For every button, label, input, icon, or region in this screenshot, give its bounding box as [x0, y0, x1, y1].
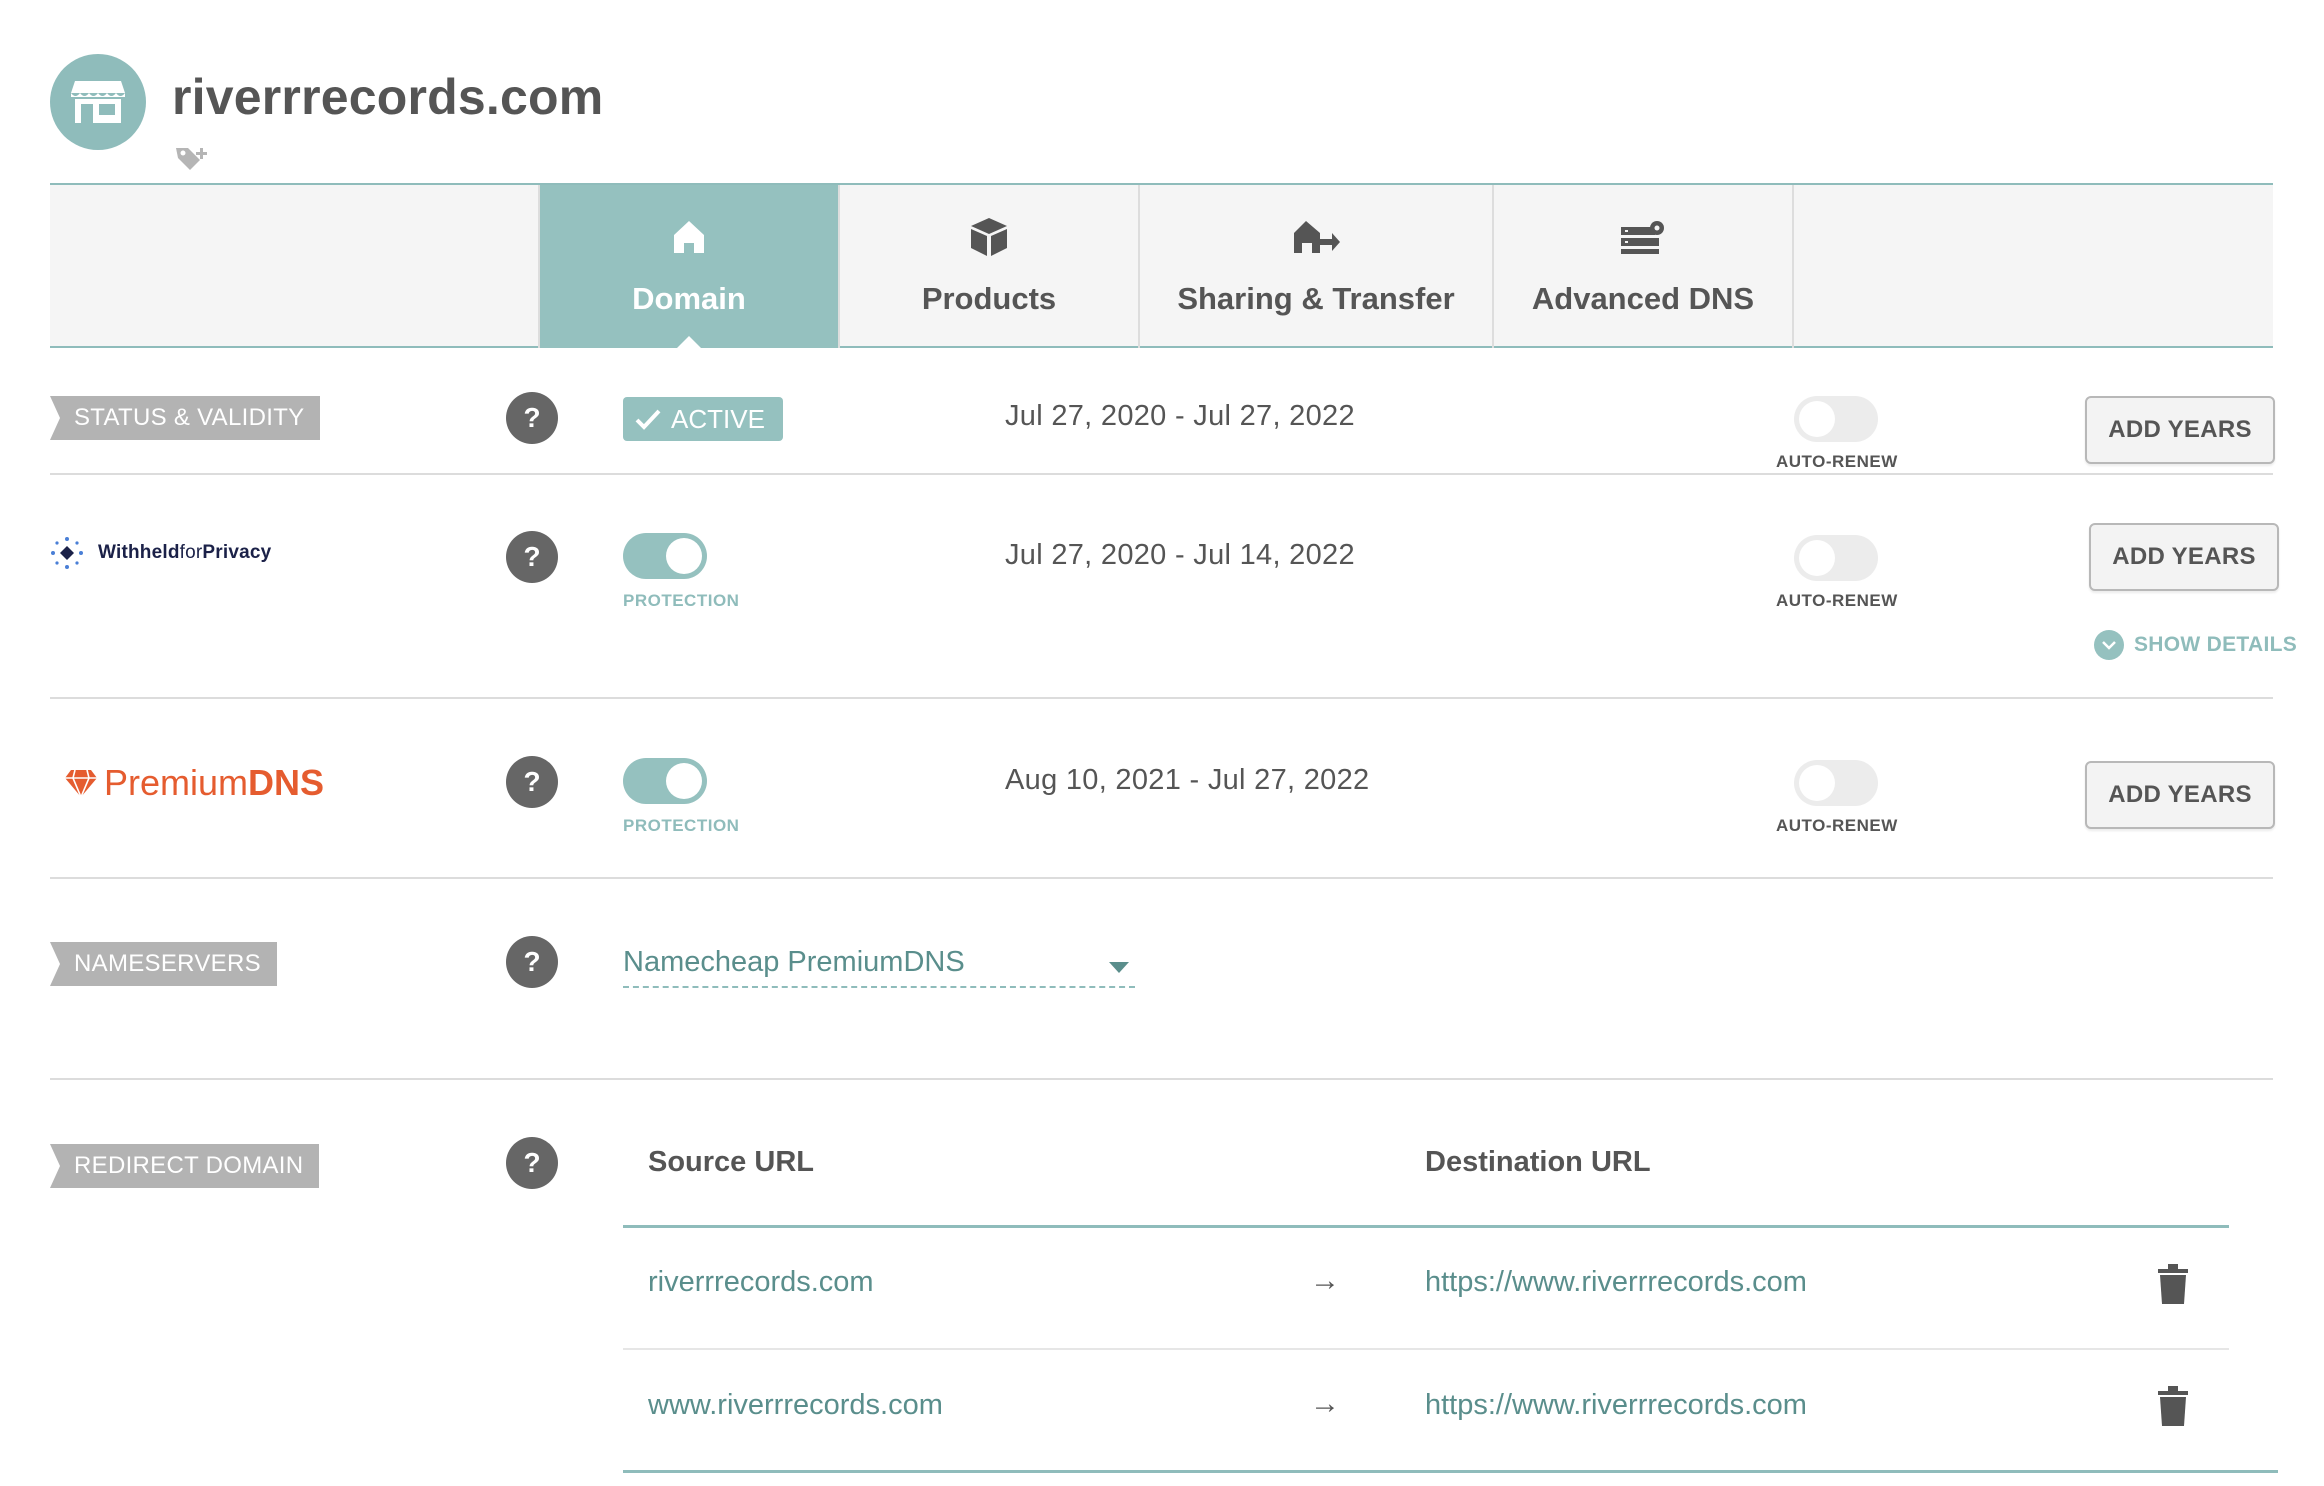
- status-badge: ACTIVE: [623, 397, 783, 441]
- nameservers-select[interactable]: Namecheap PremiumDNS: [623, 940, 1135, 988]
- tab-products[interactable]: Products: [838, 185, 1138, 348]
- help-icon[interactable]: ?: [506, 756, 558, 808]
- auto-renew-toggle[interactable]: [1794, 535, 1878, 581]
- toggle-knob: [666, 763, 702, 799]
- tab-label: Advanced DNS: [1531, 281, 1755, 316]
- tab-label: Products: [921, 281, 1057, 316]
- auto-renew-label: AUTO-RENEW: [1776, 816, 1898, 835]
- tag-plus-icon[interactable]: [174, 144, 214, 177]
- destination-url[interactable]: https://www.riverrrecords.com: [1425, 1389, 1807, 1422]
- column-header-source: Source URL: [648, 1146, 814, 1178]
- destination-url[interactable]: https://www.riverrrecords.com: [1425, 1266, 1807, 1299]
- toggle-knob: [1799, 401, 1835, 437]
- protection-label: PROTECTION: [623, 816, 740, 835]
- tab-advanced-dns[interactable]: Advanced DNS: [1492, 185, 1794, 348]
- withheld-for-privacy-logo: WithheldforPrivacy: [50, 536, 271, 570]
- nameservers-value: Namecheap PremiumDNS: [623, 946, 965, 978]
- toggle-knob: [1799, 540, 1835, 576]
- caret-down-icon: [1109, 962, 1129, 973]
- trash-icon[interactable]: [2158, 1264, 2188, 1309]
- protection-toggle[interactable]: [623, 758, 707, 804]
- home-icon: [672, 215, 706, 259]
- page-title: riverrrecords.com: [172, 69, 604, 125]
- auto-renew-toggle[interactable]: [1794, 396, 1878, 442]
- auto-renew-control: AUTO-RENEW: [1776, 535, 1898, 611]
- protection-label: PROTECTION: [623, 591, 740, 610]
- check-icon: [635, 409, 661, 430]
- help-icon[interactable]: ?: [506, 392, 558, 444]
- privacy-logo-icon: [51, 537, 83, 569]
- auto-renew-label: AUTO-RENEW: [1776, 452, 1898, 471]
- show-details-link[interactable]: SHOW DETAILS: [2094, 630, 2297, 660]
- section-label-status: STATUS & VALIDITY: [50, 396, 321, 440]
- table-header-divider: [623, 1225, 2229, 1228]
- row-divider: [623, 1348, 2229, 1350]
- house-arrow-icon: [1292, 215, 1340, 259]
- section-label-redirect: REDIRECT DOMAIN: [50, 1144, 320, 1188]
- section-label-nameservers: NAMESERVERS: [50, 942, 277, 986]
- premiumdns-protection-control: PROTECTION: [623, 758, 743, 836]
- premiumdns-dates: Aug 10, 2021 - Jul 27, 2022: [1005, 764, 1370, 796]
- domain-tabs: Domain Products Sharing & Transfer Advan…: [50, 183, 2273, 350]
- source-url[interactable]: www.riverrrecords.com: [648, 1389, 943, 1422]
- tab-label: Sharing & Transfer: [1177, 281, 1455, 316]
- premiumdns-logo-text: PremiumDNS: [104, 762, 325, 803]
- column-header-destination: Destination URL: [1425, 1146, 1651, 1178]
- validity-dates: Jul 27, 2020 - Jul 27, 2022: [1005, 400, 1355, 432]
- help-icon[interactable]: ?: [506, 936, 558, 988]
- auto-renew-toggle[interactable]: [1794, 760, 1878, 806]
- add-years-button[interactable]: ADD YEARS: [2085, 761, 2275, 829]
- show-details-text: SHOW DETAILS: [2134, 633, 2298, 656]
- toggle-knob: [666, 538, 702, 574]
- status-badge-text: ACTIVE: [671, 403, 765, 434]
- tab-label: Domain: [632, 281, 746, 316]
- help-icon[interactable]: ?: [506, 531, 558, 583]
- tab-sharing-transfer[interactable]: Sharing & Transfer: [1138, 185, 1492, 348]
- privacy-protection-control: PROTECTION: [623, 533, 743, 611]
- arrow-right-icon: →: [1310, 1387, 1340, 1420]
- tab-domain[interactable]: Domain: [538, 185, 838, 350]
- domain-management-page: riverrrecords.com Domain Products Sharin…: [0, 0, 2324, 1486]
- box-icon: [968, 215, 1010, 259]
- source-url[interactable]: riverrrecords.com: [648, 1266, 874, 1299]
- arrow-right-icon: →: [1310, 1264, 1340, 1297]
- divider: [50, 473, 2273, 475]
- store-icon: [50, 54, 146, 150]
- privacy-logo-text: WithheldforPrivacy: [98, 542, 272, 563]
- help-icon[interactable]: ?: [506, 1137, 558, 1189]
- divider: [50, 1078, 2273, 1080]
- add-years-button[interactable]: ADD YEARS: [2089, 523, 2279, 591]
- chevron-down-icon: [2094, 630, 2124, 660]
- premiumdns-logo: PremiumDNS: [64, 762, 324, 804]
- auto-renew-control: AUTO-RENEW: [1776, 760, 1898, 836]
- divider: [50, 697, 2273, 699]
- toggle-knob: [1799, 765, 1835, 801]
- trash-icon[interactable]: [2158, 1386, 2188, 1431]
- gem-icon: [65, 769, 97, 798]
- server-gear-icon: [1619, 215, 1667, 259]
- protection-toggle[interactable]: [623, 533, 707, 579]
- add-years-button[interactable]: ADD YEARS: [2085, 396, 2275, 464]
- table-bottom-divider: [623, 1470, 2278, 1473]
- auto-renew-label: AUTO-RENEW: [1776, 591, 1898, 610]
- privacy-dates: Jul 27, 2020 - Jul 14, 2022: [1005, 539, 1355, 571]
- auto-renew-control: AUTO-RENEW: [1776, 396, 1898, 472]
- domain-header: riverrrecords.com: [50, 54, 950, 170]
- divider: [50, 877, 2273, 879]
